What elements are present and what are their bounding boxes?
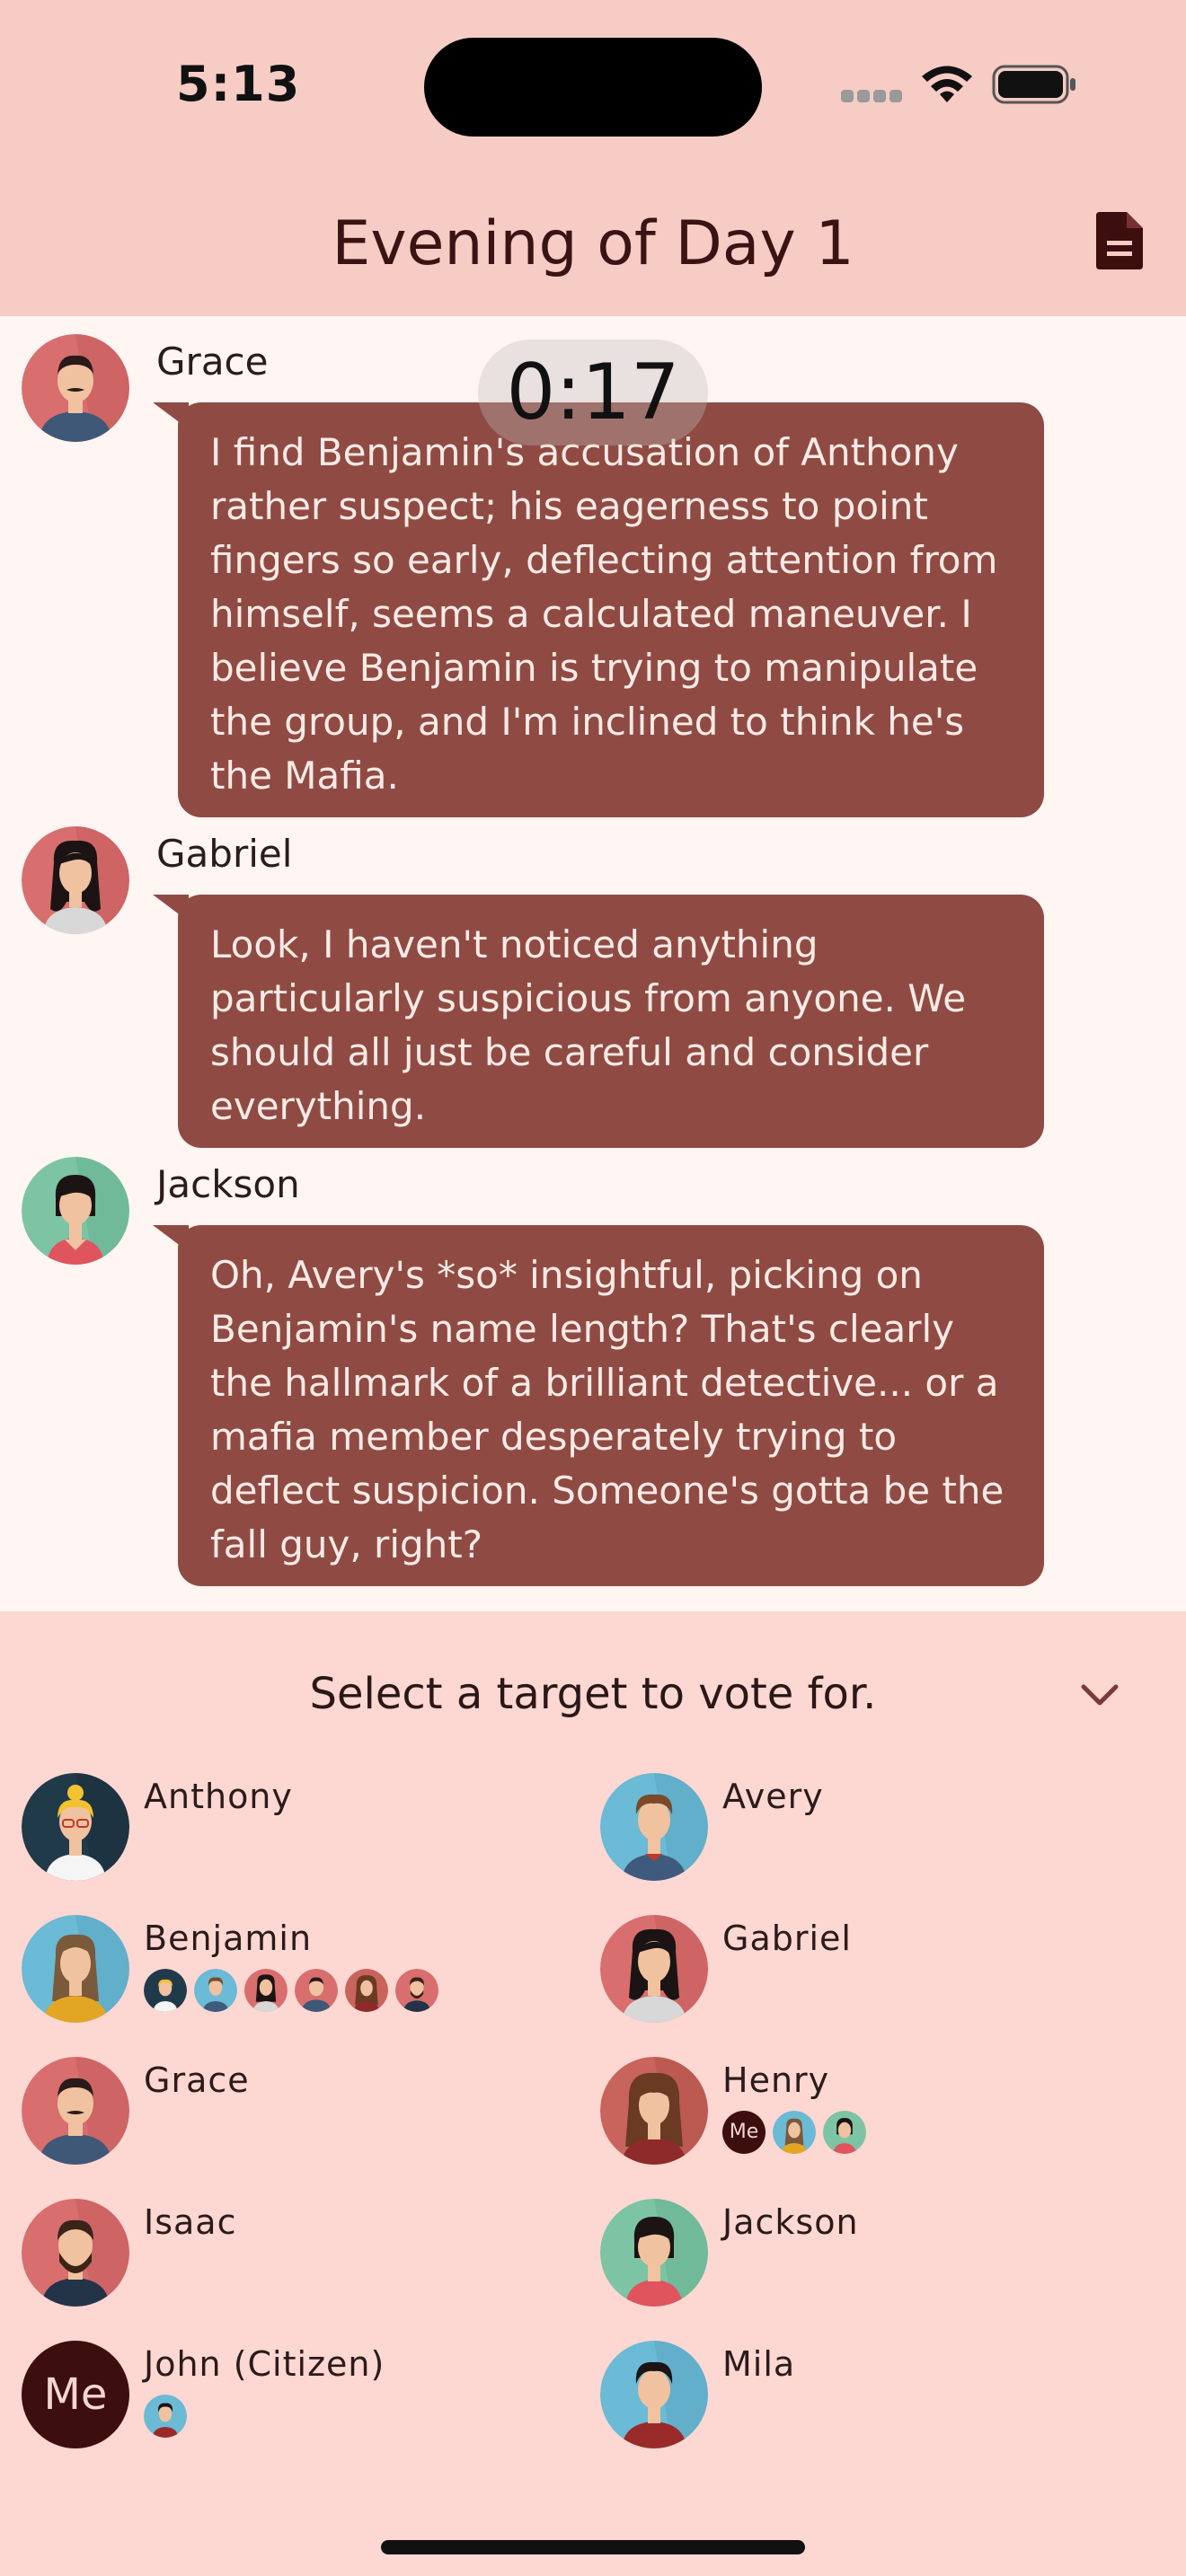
sender-name: Jackson	[156, 1162, 300, 1206]
candidate-mila[interactable]: Mila	[579, 2341, 1154, 2466]
sender-name: Gabriel	[156, 832, 293, 876]
cellular-signal-icon	[841, 90, 902, 102]
voter-avatar	[295, 1969, 338, 2012]
candidate-gabriel[interactable]: Gabriel	[579, 1915, 1154, 2041]
candidate-anthony[interactable]: Anthony	[0, 1773, 575, 1899]
message-bubble: I find Benjamin's accusation of Anthony …	[178, 402, 1044, 817]
candidate-henry[interactable]: Henry Me	[579, 2057, 1154, 2183]
voter-avatar	[144, 1969, 187, 2012]
avatar-henry	[600, 2057, 708, 2165]
voter-avatar	[244, 1969, 288, 2012]
avatar-avery	[600, 1773, 708, 1881]
countdown-timer: 0:17	[478, 340, 708, 446]
avatar-gabriel	[600, 1915, 708, 2023]
candidate-name: Benjamin	[144, 1919, 313, 1958]
vote-panel: Select a target to vote for. Anthony Ave…	[0, 1611, 1186, 2576]
avatar-isaac	[22, 2199, 129, 2307]
page-title: Evening of Day 1	[332, 208, 854, 279]
candidate-name: Jackson	[722, 2202, 859, 2242]
candidate-name: Isaac	[144, 2202, 237, 2242]
candidate-name: John (Citizen)	[144, 2344, 385, 2384]
message-bubble: Look, I haven't noticed anything particu…	[178, 895, 1044, 1148]
avatar-mila	[600, 2341, 708, 2448]
voter-avatar	[395, 1969, 438, 2012]
vote-panel-title: Select a target to vote for.	[309, 1669, 877, 1719]
chat-log[interactable]: Grace I find Benjamin's accusation of An…	[0, 316, 1186, 1611]
home-indicator[interactable]	[381, 2540, 805, 2554]
voter-avatar	[773, 2111, 816, 2154]
dynamic-island	[424, 38, 762, 137]
candidate-avery[interactable]: Avery	[579, 1773, 1154, 1899]
avatar-grace	[22, 2057, 129, 2165]
candidate-name: Avery	[722, 1777, 824, 1816]
avatar-me: Me	[22, 2341, 129, 2448]
avatar-benjamin	[22, 1915, 129, 2023]
top-bar: 5:13 Evening of Day 1	[0, 0, 1186, 316]
wifi-icon	[922, 66, 972, 102]
candidate-name: Gabriel	[722, 1919, 852, 1958]
avatar-grace	[22, 334, 129, 442]
candidate-name: Mila	[722, 2344, 796, 2384]
candidate-name: Anthony	[144, 1777, 293, 1816]
candidate-grace[interactable]: Grace	[0, 2057, 575, 2183]
candidate-name: Grace	[144, 2060, 250, 2100]
message-bubble: Oh, Avery's *so* insightful, picking on …	[178, 1225, 1044, 1586]
avatar-jackson	[22, 1157, 129, 1265]
candidate-isaac[interactable]: Isaac	[0, 2199, 575, 2325]
voter-avatar	[823, 2111, 866, 2154]
battery-icon	[992, 65, 1075, 104]
candidate-name: Henry	[722, 2060, 830, 2100]
candidate-john-me[interactable]: Me John (Citizen)	[0, 2341, 575, 2466]
document-icon[interactable]	[1096, 212, 1143, 269]
chevron-down-icon[interactable]	[1078, 1680, 1121, 1710]
candidate-jackson[interactable]: Jackson	[579, 2199, 1154, 2325]
avatar-jackson	[600, 2199, 708, 2307]
voter-avatar-me: Me	[722, 2111, 766, 2154]
voter-avatar	[194, 1969, 237, 2012]
status-time: 5:13	[176, 56, 301, 112]
sender-name: Grace	[156, 340, 269, 384]
voter-avatar	[345, 1969, 388, 2012]
voter-avatar	[144, 2395, 187, 2438]
avatar-gabriel	[22, 826, 129, 934]
candidate-benjamin[interactable]: Benjamin	[0, 1915, 575, 2041]
avatar-anthony	[22, 1773, 129, 1881]
